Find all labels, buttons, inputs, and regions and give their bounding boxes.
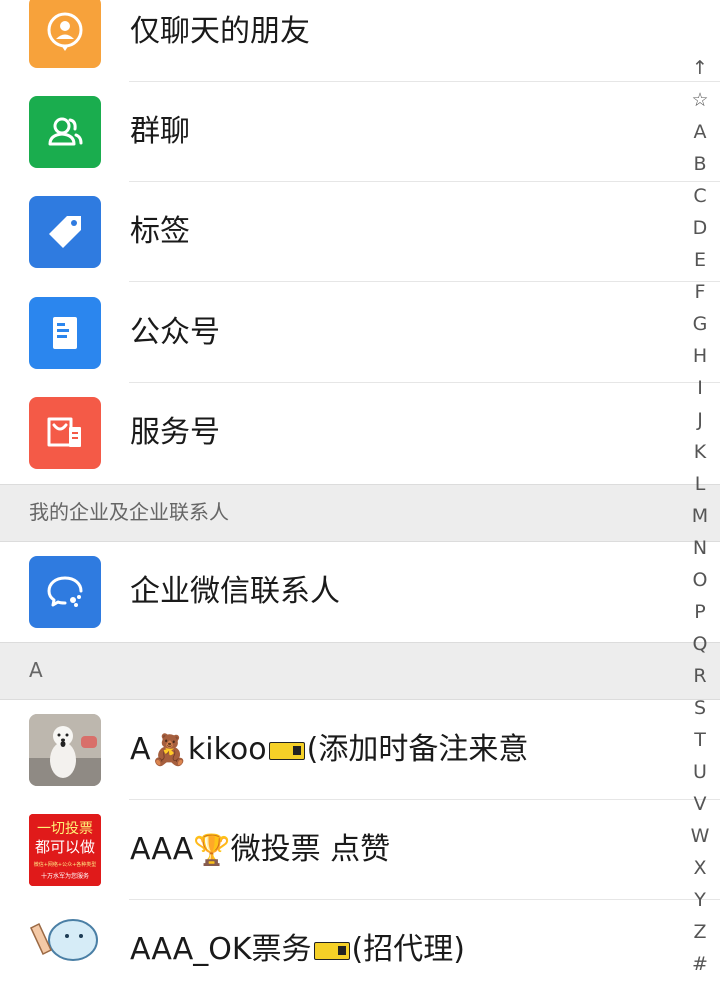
index-letter-O[interactable]: O [680,564,720,596]
contact-row-service-accounts[interactable]: 服务号 [0,383,720,483]
service-account-icon [29,397,101,469]
index-letter-Z[interactable]: Z [680,916,720,948]
contact-row-label: 服务号 [130,415,220,450]
person-chat-icon [29,0,101,68]
index-letter-A[interactable]: A [680,116,720,148]
contact-row-label: 群聊 [130,114,190,149]
teddy-bear-emoji: 🧸 [150,732,188,768]
index-letter-hash[interactable]: # [680,948,720,980]
index-letter-K[interactable]: K [680,436,720,468]
index-letter-Y[interactable]: Y [680,884,720,916]
contact-name-part: AAA [130,832,194,867]
contact-row-label: AAA_OK票务 (招代理) [130,930,465,970]
index-letter-D[interactable]: D [680,212,720,244]
index-letter-F[interactable]: F [680,276,720,308]
section-header-label: 我的企业及企业联系人 [29,500,229,524]
index-letter-L[interactable]: L [680,468,720,500]
index-letter-H[interactable]: H [680,340,720,372]
contact-name-part: (添加时备注来意 [306,732,529,767]
trophy-emoji: 🏆 [193,832,231,868]
index-letter-S[interactable]: S [680,692,720,724]
index-letter-W[interactable]: W [680,820,720,852]
group-icon [29,96,101,168]
ticket-icon [313,941,350,960]
contact-row-label: 企业微信联系人 [130,574,340,609]
contact-name-part: AAA_OK票务 [130,932,312,967]
contact-name-part: kikoo [187,732,267,767]
contact-row-official-accounts[interactable]: 公众号 [0,283,720,383]
tag-icon [29,196,101,268]
section-header-label: A [29,658,43,682]
contact-row-label: AAA🏆微投票 点赞 [130,830,390,871]
contact-row-label: 公众号 [130,315,220,350]
index-letter-E[interactable]: E [680,244,720,276]
index-letter-M[interactable]: M [680,500,720,532]
index-letter-G[interactable]: G [680,308,720,340]
contact-name-part: (招代理) [351,932,465,967]
avatar-text: 微信+网络+公众+各种类型 [34,861,97,868]
contact-row-wecom-contacts[interactable]: 企业微信联系人 [0,542,720,642]
section-header-enterprise: 我的企业及企业联系人 [0,484,720,542]
contact-row[interactable]: AAA_OK票务 (招代理) [0,900,720,1000]
index-letter-U[interactable]: U [680,756,720,788]
contact-row-chat-only-friends[interactable]: 仅聊天的朋友 [0,0,720,82]
index-letter-C[interactable]: C [680,180,720,212]
index-letter-search[interactable]: ↑ [680,52,720,84]
contact-row-label: 仅聊天的朋友 [130,14,310,49]
index-letter-T[interactable]: T [680,724,720,756]
contact-row-group-chats[interactable]: 群聊 [0,82,720,182]
index-letter-X[interactable]: X [680,852,720,884]
index-letter-R[interactable]: R [680,660,720,692]
avatar-text: 都可以做 [35,838,95,856]
index-letter-B[interactable]: B [680,148,720,180]
index-letter-starred[interactable]: ☆ [680,84,720,116]
contact-row[interactable]: A🧸kikoo (添加时备注来意 [0,700,720,800]
index-letter-I[interactable]: I [680,372,720,404]
avatar-text: 十万水军为您服务 [41,872,89,880]
index-letter-J[interactable]: J [680,404,720,436]
official-account-icon [29,297,101,369]
section-header-a: A [0,642,720,700]
index-letter-V[interactable]: V [680,788,720,820]
avatar-text: 一切投票 [37,821,93,837]
contact-name-part: A [130,732,151,767]
contact-row-label: 标签 [130,214,190,249]
index-letter-N[interactable]: N [680,532,720,564]
wecom-chat-icon [29,556,101,628]
contact-row[interactable]: 一切投票 都可以做 微信+网络+公众+各种类型 十万水军为您服务 AAA🏆微投票… [0,800,720,900]
contact-row-tags[interactable]: 标签 [0,182,720,282]
alphabet-index-bar[interactable]: ↑ ☆ A B C D E F G H I J K L M N O P Q R S T U V W X Y Z # [680,52,720,980]
contact-name-part: 微投票 点赞 [230,832,391,867]
index-letter-P[interactable]: P [680,596,720,628]
avatar [29,914,101,986]
contact-row-label: A🧸kikoo (添加时备注来意 [130,730,528,771]
index-letter-Q[interactable]: Q [680,628,720,660]
avatar: 一切投票 都可以做 微信+网络+公众+各种类型 十万水军为您服务 [29,814,101,886]
row-divider [129,281,720,282]
avatar [29,714,101,786]
ticket-icon [268,741,305,760]
